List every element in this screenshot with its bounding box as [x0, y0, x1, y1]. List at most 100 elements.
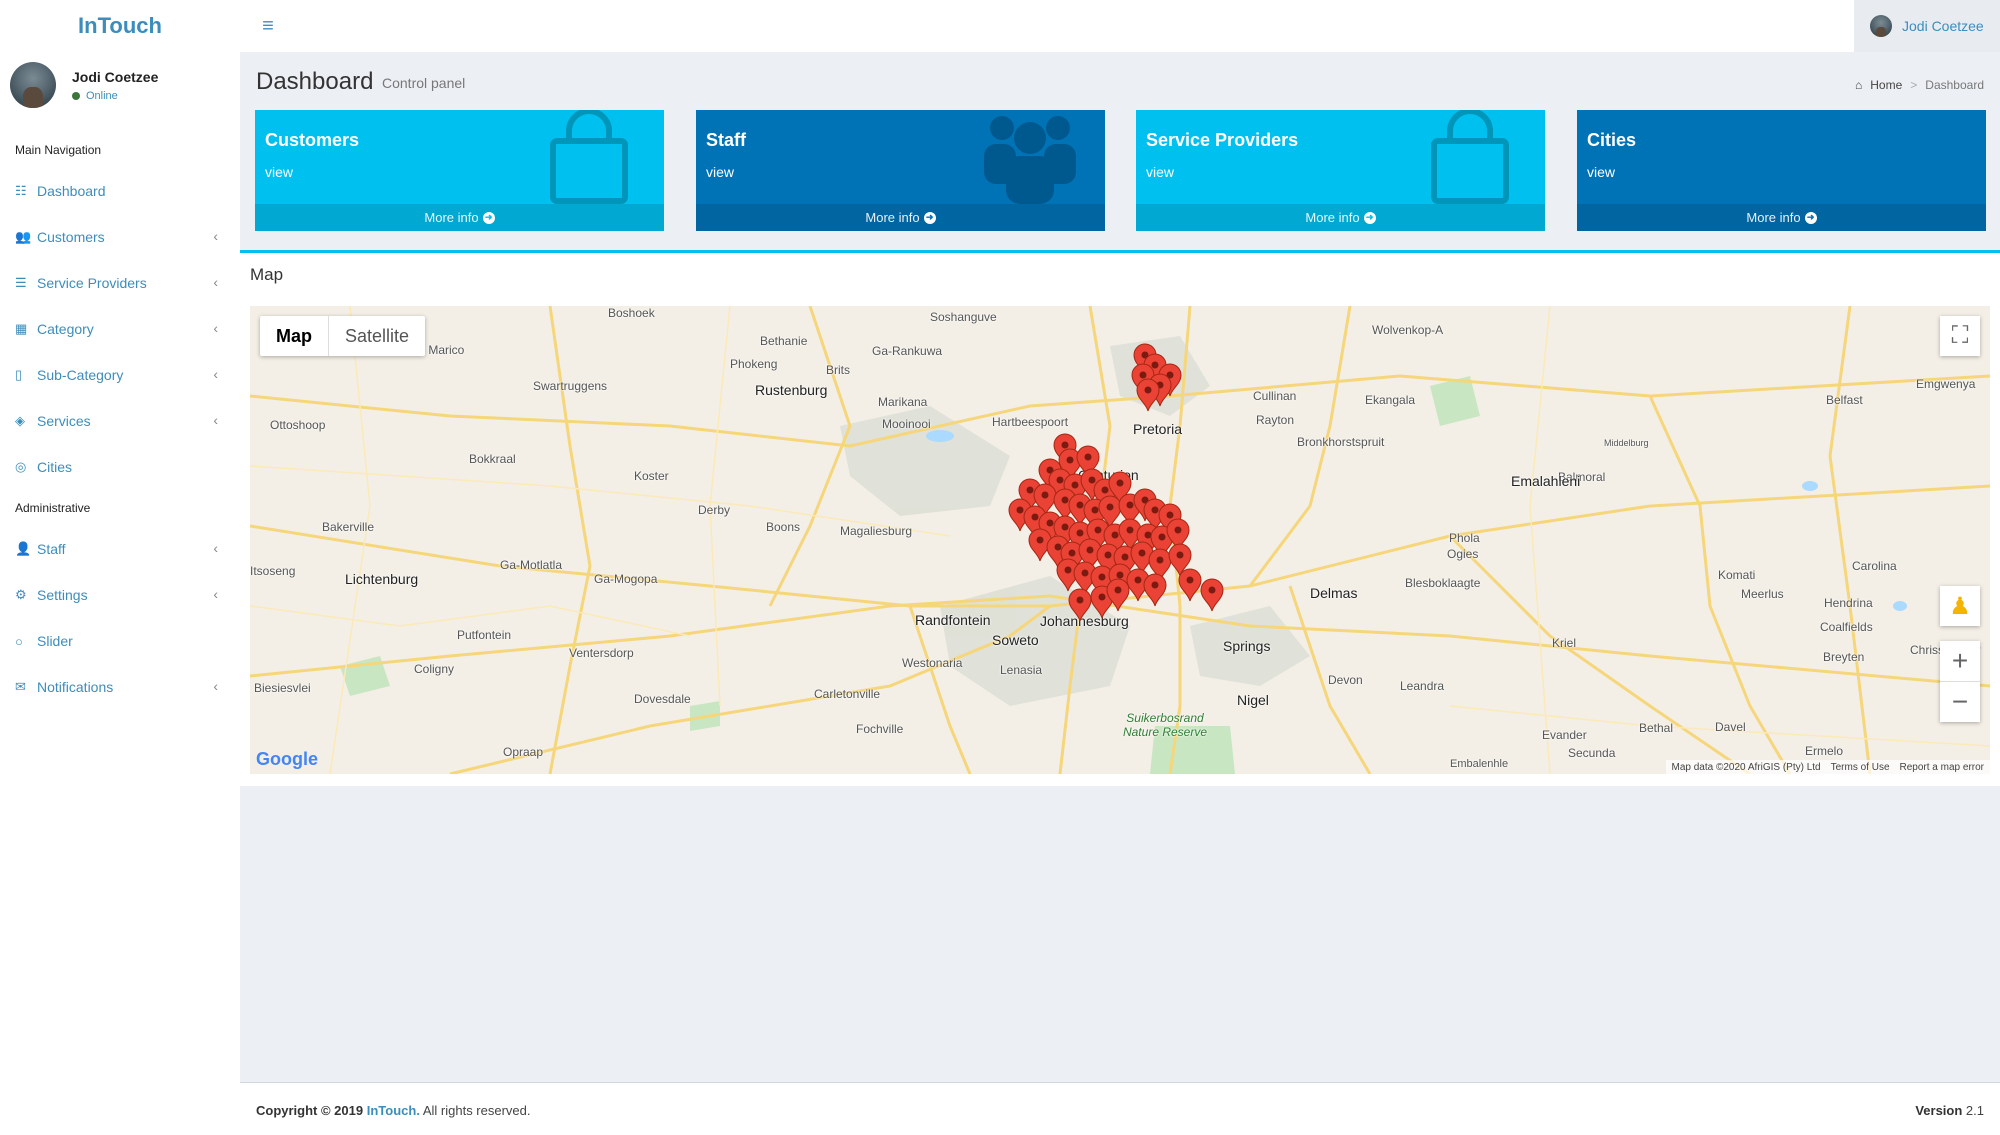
status-dot-icon	[72, 92, 80, 100]
zoom-in-button[interactable]: +	[1940, 641, 1980, 681]
sidebar-item-label: Category	[37, 321, 94, 337]
box-title: Customers	[265, 130, 360, 150]
user-panel: Jodi Coetzee Online	[0, 52, 240, 132]
chevron-left-icon: ‹	[213, 366, 218, 382]
envelope-icon: ✉	[15, 679, 26, 694]
map-marker-icon[interactable]	[1136, 378, 1160, 412]
avatar	[10, 62, 56, 108]
sidebar-item-label: Sub-Category	[37, 367, 124, 383]
map-marker-icon[interactable]	[1143, 573, 1167, 607]
top-navbar: ≡ Jodi Coetzee	[240, 0, 2000, 52]
map-marker-icon[interactable]	[1068, 588, 1092, 622]
map-marker-icon[interactable]	[1178, 568, 1202, 602]
box-value: view	[265, 164, 294, 180]
page-title: Dashboard	[256, 68, 374, 95]
compass-icon: ◎	[15, 459, 27, 474]
copyright: Copyright © 2019 InTouch. All rights res…	[256, 1103, 531, 1118]
more-info-label: More info	[1305, 210, 1360, 225]
map-markers	[1008, 343, 1224, 622]
sidebar-item-label: Cities	[37, 459, 73, 475]
copyright-prefix: Copyright © 2019	[256, 1103, 364, 1118]
map-card-title: Map	[250, 265, 284, 284]
google-logo: Google	[256, 749, 318, 769]
app-logo[interactable]: InTouch	[0, 0, 240, 52]
map-card: Map Boshoek Soshanguve Wolvenkop-A Betha…	[240, 250, 2000, 786]
breadcrumb: ⌂ Home > Dashboard	[1855, 78, 1984, 92]
sidebar-item-settings[interactable]: ⚙ Settings ‹	[0, 572, 240, 618]
user-menu[interactable]: Jodi Coetzee	[1854, 0, 2000, 52]
chevron-left-icon: ‹	[213, 320, 218, 336]
version-label: Version	[1915, 1103, 1963, 1118]
map-type-map-button[interactable]: Map	[260, 316, 329, 356]
box-value: view	[1587, 164, 1616, 180]
sidebar-item-cities[interactable]: ◎ Cities	[0, 444, 240, 490]
sidebar-item-category[interactable]: ▦ Category ‹	[0, 306, 240, 352]
box-title: Staff	[706, 130, 746, 150]
gear-icon: ⚙	[15, 587, 27, 602]
sidebar-item-services[interactable]: ◈ Services ‹	[0, 398, 240, 444]
arrow-circle-right-icon: ➜	[482, 211, 495, 224]
pegman-icon: ♟	[1949, 592, 1971, 620]
fullscreen-button[interactable]: ⛶	[1940, 316, 1980, 356]
more-info-link[interactable]: More info ➜	[1136, 204, 1545, 231]
more-info-label: More info	[865, 210, 920, 225]
hamburger-icon: ≡	[262, 14, 274, 37]
map-data-credit: Map data ©2020 AfriGIS (Pty) Ltd	[1671, 761, 1821, 773]
sidebar-item-label: Services	[37, 413, 91, 429]
info-box-service-providers: Service Providers view More info ➜	[1136, 110, 1545, 231]
google-map[interactable]: Boshoek Soshanguve Wolvenkop-A Bethanie …	[250, 306, 1990, 774]
sidebar-toggle-button[interactable]: ≡	[254, 13, 282, 39]
sidebar-item-label: Customers	[37, 229, 105, 245]
box-title: Cities	[1587, 130, 1637, 150]
sidebar-item-label: Notifications	[37, 679, 114, 695]
bag-icon	[1431, 110, 1509, 204]
box-title: Service Providers	[1146, 130, 1299, 150]
sidebar-item-customers[interactable]: 👥 Customers ‹	[0, 214, 240, 260]
zoom-out-button[interactable]: −	[1940, 682, 1980, 722]
chevron-left-icon: ‹	[213, 586, 218, 602]
users-icon: 👥	[15, 229, 32, 244]
map-type-satellite-button[interactable]: Satellite	[329, 316, 425, 356]
bag-icon	[550, 110, 628, 204]
sidebar-item-service-providers[interactable]: ☰ Service Providers ‹	[0, 260, 240, 306]
sidebar-item-slider[interactable]: ○ Slider	[0, 618, 240, 664]
circle-icon: ○	[15, 633, 23, 649]
box-value: view	[706, 164, 735, 180]
content-header: Dashboard Control panel ⌂ Home > Dashboa…	[240, 52, 2000, 108]
breadcrumb-current: Dashboard	[1925, 78, 1984, 92]
map-marker-icon[interactable]	[1200, 578, 1224, 612]
online-status: Online	[72, 90, 118, 102]
sidebar-item-dashboard[interactable]: ☷ Dashboard	[0, 168, 240, 214]
avatar	[1870, 15, 1892, 37]
terms-of-use-link[interactable]: Terms of Use	[1831, 762, 1890, 773]
section-header-admin: Administrative	[15, 501, 91, 515]
sidebar-item-sub-category[interactable]: ▯ Sub-Category ‹	[0, 352, 240, 398]
more-info-link[interactable]: More info ➜	[1577, 204, 1986, 231]
zoom-control: + −	[1940, 641, 1980, 722]
version-number: 2.1	[1965, 1103, 1984, 1118]
info-box-cities: Cities view More info ➜	[1577, 110, 1986, 231]
breadcrumb-separator: >	[1910, 78, 1918, 92]
more-info-label: More info	[1746, 210, 1801, 225]
tags-icon: ◈	[15, 413, 25, 428]
sidebar-item-notifications[interactable]: ✉ Notifications ‹	[0, 664, 240, 710]
dashboard-icon: ⌂	[1855, 78, 1863, 92]
chevron-left-icon: ‹	[213, 228, 218, 244]
sidebar-item-staff[interactable]: 👤 Staff ‹	[0, 526, 240, 572]
report-map-error-link[interactable]: Report a map error	[1900, 762, 1984, 773]
arrow-circle-right-icon: ➜	[923, 211, 936, 224]
sidebar: Jodi Coetzee Online Main Navigation ☷ Das…	[0, 52, 240, 1135]
sidebar-item-label: Settings	[37, 587, 88, 603]
street-view-pegman[interactable]: ♟	[1940, 586, 1980, 626]
more-info-link[interactable]: More info ➜	[255, 204, 664, 231]
fullscreen-icon: ⛶	[1951, 322, 1969, 349]
more-info-link[interactable]: More info ➜	[696, 204, 1105, 231]
user-icon: 👤	[15, 541, 32, 556]
sidebar-item-label: Dashboard	[37, 183, 106, 199]
footer-brand-link[interactable]: InTouch.	[367, 1103, 420, 1118]
map-marker-icon[interactable]	[1106, 578, 1130, 612]
info-box-staff: Staff view More info ➜	[696, 110, 1105, 231]
breadcrumb-home[interactable]: Home	[1870, 78, 1902, 92]
box-value: view	[1146, 164, 1175, 180]
map-attribution: Map data ©2020 AfriGIS (Pty) Ltd Terms o…	[1665, 760, 1990, 774]
